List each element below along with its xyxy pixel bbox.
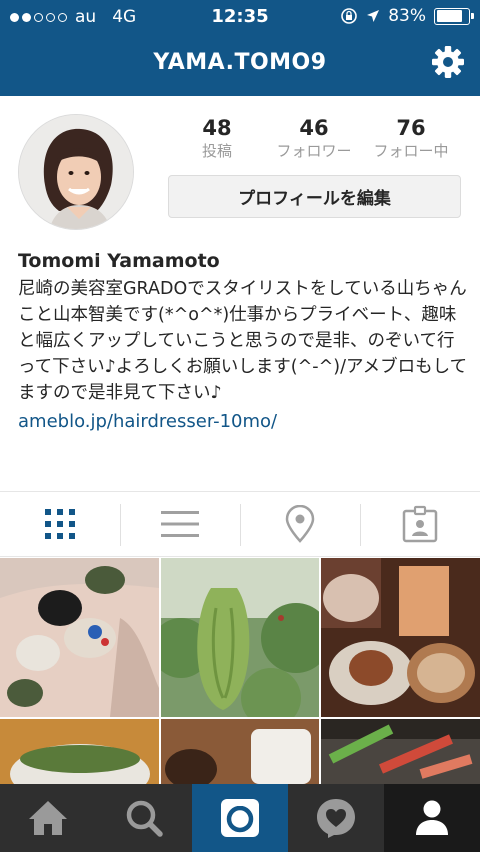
nail-art-photo [0, 558, 159, 717]
tab-list[interactable] [120, 492, 240, 556]
app-header: au 4G 12:35 83% YAMA.TOMO9 [0, 0, 480, 96]
posts-label: 投稿 [201, 142, 232, 160]
location-arrow-icon [367, 10, 380, 22]
photo-thumbnail[interactable] [0, 558, 159, 717]
bottom-navigation [0, 784, 480, 852]
followers-label: フォロワー [276, 142, 352, 160]
bitter-melon-photo [161, 558, 319, 717]
tab-location[interactable] [240, 492, 360, 556]
gear-icon[interactable] [430, 44, 466, 80]
website-link[interactable]: ameblo.jp/hairdresser-10mo/ [18, 411, 468, 432]
list-icon [161, 511, 199, 537]
profile-bio: Tomomi Yamamoto 尼崎の美容室GRADOでスタイリストをしている山… [18, 250, 468, 432]
home-icon [29, 801, 67, 835]
full-name: Tomomi Yamamoto [18, 250, 220, 272]
profile-username-title: YAMA.TOMO9 [153, 50, 327, 75]
avatar-photo [19, 115, 133, 229]
following-stat[interactable]: 76 フォロー中 [361, 116, 461, 161]
avatar[interactable] [18, 114, 134, 230]
tagged-photos-icon [402, 505, 438, 543]
coffee-photo [161, 719, 319, 784]
tea-bowl-photo [0, 719, 159, 784]
photo-thumbnail[interactable] [161, 558, 319, 717]
nav-camera[interactable] [192, 784, 288, 852]
profile-icon [416, 800, 448, 835]
grilled-vegetables-photo [321, 719, 480, 784]
nav-activity[interactable] [288, 784, 384, 852]
battery-icon [434, 7, 474, 25]
camera-icon [221, 799, 259, 837]
nav-profile[interactable] [384, 784, 480, 852]
edit-profile-button[interactable]: プロフィールを編集 [168, 175, 461, 218]
photo-grid [0, 558, 480, 784]
orientation-lock-icon [341, 8, 358, 24]
location-pin-icon [285, 505, 315, 543]
photo-thumbnail[interactable] [0, 719, 159, 784]
photo-thumbnail[interactable] [161, 719, 319, 784]
posts-stat[interactable]: 48 投稿 [167, 116, 267, 161]
status-bar: au 4G 12:35 83% [0, 0, 480, 34]
profile-summary: 48 投稿 46 フォロワー 76 フォロー中 プロフィールを編集 [0, 96, 480, 246]
following-count: 76 [396, 116, 426, 140]
following-label: フォロー中 [373, 142, 449, 160]
photo-thumbnail[interactable] [321, 558, 480, 717]
search-icon [126, 800, 163, 837]
photo-thumbnail[interactable] [321, 719, 480, 784]
followers-count: 46 [299, 116, 329, 140]
bio-text: 尼崎の美容室GRADOでスタイリストをしている山ちゃんこと山本智美です(*^o^… [18, 279, 468, 403]
tab-grid[interactable] [0, 492, 120, 556]
nav-search[interactable] [96, 784, 192, 852]
grid-icon [45, 509, 75, 539]
activity-heart-icon [317, 799, 355, 838]
profile-view-tabs [0, 491, 480, 557]
battery-percent: 83% [388, 6, 426, 26]
posts-count: 48 [202, 116, 232, 140]
nav-home[interactable] [0, 784, 96, 852]
followers-stat[interactable]: 46 フォロワー [264, 116, 364, 161]
cafe-food-photo [321, 558, 480, 717]
tab-tagged[interactable] [360, 492, 480, 556]
